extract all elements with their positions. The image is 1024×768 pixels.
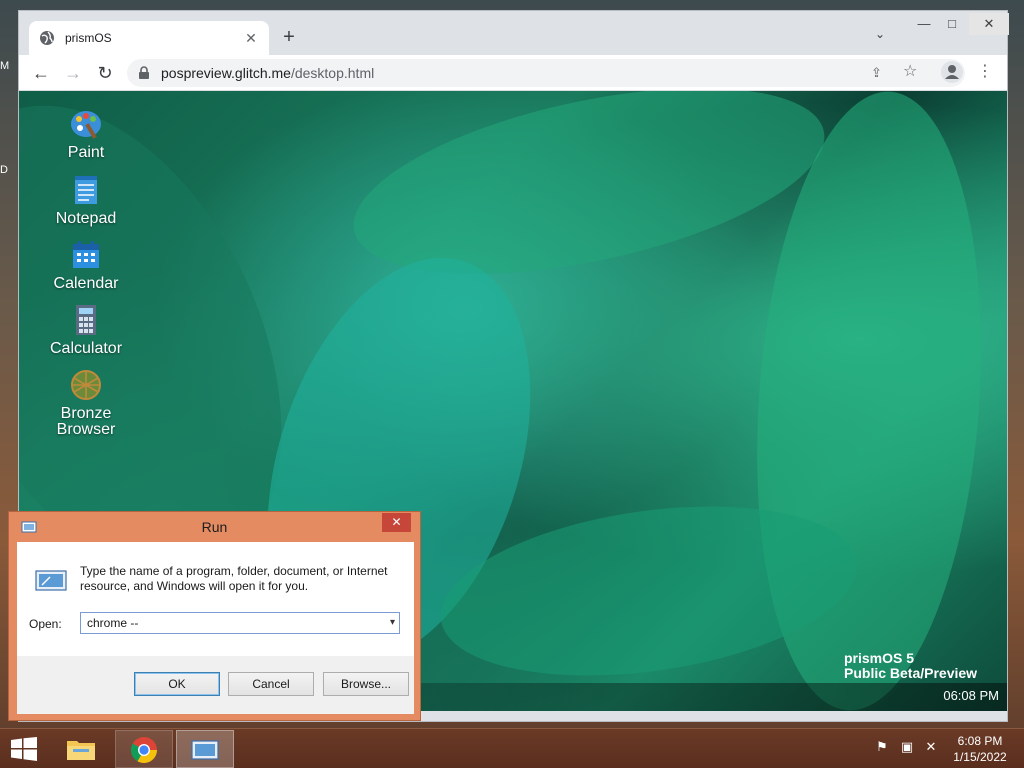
minimize-button[interactable]: — bbox=[911, 13, 937, 35]
system-clock[interactable]: 6:08 PM 1/15/2022 bbox=[944, 733, 1016, 765]
volume-muted-icon[interactable]: ✕ bbox=[922, 739, 940, 757]
clock-date: 1/15/2022 bbox=[953, 750, 1007, 764]
back-button[interactable]: ← bbox=[29, 61, 53, 85]
browse-button[interactable]: Browse... bbox=[323, 672, 409, 696]
dialog-footer: OK Cancel Browse... bbox=[17, 656, 414, 714]
desktop-icon-label: Browser bbox=[56, 421, 116, 438]
taskbar-chrome[interactable] bbox=[115, 730, 173, 768]
folder-icon bbox=[67, 741, 95, 760]
tab-close-icon[interactable]: ✕ bbox=[243, 30, 259, 47]
cancel-button[interactable]: Cancel bbox=[228, 672, 314, 696]
dialog-titlebar[interactable]: Run ✕ bbox=[9, 512, 420, 541]
desktop-icon-label: Notepad bbox=[55, 210, 117, 227]
desktop-icon-paint[interactable]: Paint bbox=[41, 107, 131, 161]
desktop-icon-calendar[interactable]: Calendar bbox=[41, 238, 131, 292]
prismos-clock: 06:08 PM bbox=[943, 688, 999, 703]
desktop-icon-bronze-browser[interactable]: Bronze Browser bbox=[41, 368, 131, 438]
new-tab-button[interactable]: + bbox=[277, 25, 301, 49]
maximize-button[interactable]: □ bbox=[939, 13, 965, 35]
ok-button[interactable]: OK bbox=[134, 672, 220, 696]
host-edge-text: D bbox=[0, 164, 8, 176]
bookmark-star-icon[interactable]: ☆ bbox=[903, 61, 917, 81]
tab-title: prismOS bbox=[65, 31, 112, 45]
share-icon[interactable]: ⇪ bbox=[871, 65, 891, 81]
open-combobox[interactable]: chrome -- ▾ bbox=[80, 612, 400, 634]
run-icon bbox=[35, 570, 67, 591]
network-icon[interactable]: ▣ bbox=[898, 739, 916, 757]
profile-avatar[interactable] bbox=[941, 61, 963, 83]
dialog-body: Type the name of a program, folder, docu… bbox=[17, 542, 414, 656]
reload-button[interactable]: ↻ bbox=[93, 61, 117, 85]
browser-menu-icon[interactable]: ⋮ bbox=[977, 61, 993, 81]
url-host: pospreview.glitch.me bbox=[161, 65, 291, 81]
taskbar-run[interactable] bbox=[176, 730, 234, 768]
desktop-icon-label: Calculator bbox=[49, 340, 123, 357]
lock-icon bbox=[139, 66, 149, 79]
chevron-down-icon[interactable]: ▾ bbox=[390, 613, 395, 633]
dialog-description: Type the name of a program, folder, docu… bbox=[80, 564, 388, 593]
url-path: /desktop.html bbox=[290, 65, 375, 81]
chrome-icon bbox=[130, 737, 157, 763]
close-window-button[interactable]: ✕ bbox=[969, 13, 1009, 35]
taskbar-file-explorer[interactable] bbox=[52, 730, 110, 768]
prismos-version-label: prismOS 5 Public Beta/Preview bbox=[844, 651, 977, 681]
person-icon bbox=[945, 65, 959, 79]
calculator-icon bbox=[76, 305, 96, 335]
desktop-icon-label: Calendar bbox=[53, 275, 119, 292]
host-edge-text: M bbox=[0, 60, 10, 72]
open-combobox-value: chrome -- bbox=[87, 616, 139, 630]
desktop-icon-notepad[interactable]: Notepad bbox=[41, 173, 131, 227]
action-center-flag-icon[interactable]: ⚑ bbox=[873, 739, 891, 757]
open-label: Open: bbox=[29, 617, 62, 631]
notepad-icon bbox=[75, 176, 97, 204]
desktop-icon-label: Paint bbox=[67, 144, 105, 161]
run-app-icon bbox=[191, 740, 219, 760]
version-line: Public Beta/Preview bbox=[844, 665, 978, 681]
browser-tab[interactable]: prismOS ✕ bbox=[29, 21, 269, 55]
dialog-close-button[interactable]: ✕ bbox=[382, 513, 411, 532]
dialog-title: Run bbox=[201, 519, 228, 535]
address-bar[interactable]: pospreview.glitch.me/desktop.html bbox=[127, 59, 965, 87]
browser-toolbar: ← → ↻ pospreview.glitch.me/desktop.html … bbox=[19, 55, 1007, 91]
windows-taskbar: ⚑ ▣ ✕ 6:08 PM 1/15/2022 bbox=[0, 728, 1024, 768]
calendar-icon bbox=[73, 241, 99, 268]
globe-icon bbox=[40, 31, 54, 45]
desktop-icon-label: Bronze bbox=[60, 405, 112, 422]
version-line: prismOS 5 bbox=[844, 650, 915, 666]
tab-strip: prismOS ✕ + ⌄ — □ ✕ bbox=[19, 11, 1009, 55]
desktop-icon-calculator[interactable]: Calculator bbox=[41, 303, 131, 357]
clock-time: 6:08 PM bbox=[957, 734, 1003, 748]
paint-palette-icon bbox=[71, 111, 101, 139]
forward-button[interactable]: → bbox=[61, 61, 85, 85]
windows-start-icon[interactable] bbox=[10, 737, 38, 761]
bronze-browser-icon bbox=[71, 370, 101, 400]
tab-search-icon[interactable]: ⌄ bbox=[875, 27, 885, 41]
run-dialog: Run ✕ Type the name of a program, folder… bbox=[8, 511, 421, 721]
